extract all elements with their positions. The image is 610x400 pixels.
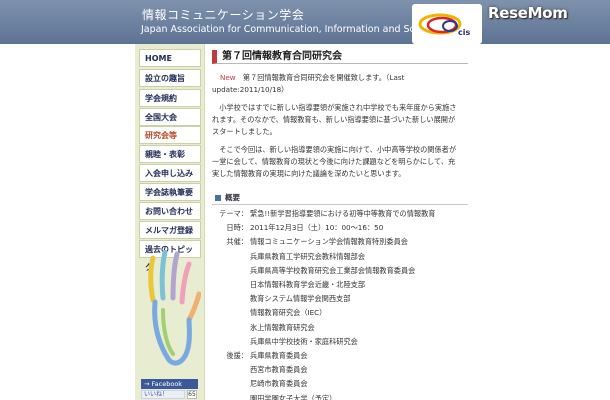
announcement-line: New 第７回情報教育合同研究会を開催致します。（Last <box>220 72 404 83</box>
detail-value: 氷上情報教育研究会 <box>250 322 315 332</box>
detail-key: 日時： <box>226 223 248 233</box>
sidebar-item-purpose[interactable]: 設立の趣旨 <box>139 69 201 87</box>
detail-key: テーマ： <box>219 209 248 218</box>
logo-rings-icon <box>418 13 462 35</box>
paragraph-line: そこで今回は、新しい指導要領の実施に向けて、小中高等学校の関係者が <box>212 145 457 154</box>
section-title: 概要 <box>225 193 240 202</box>
sidebar-item-home[interactable]: HOME <box>139 49 201 67</box>
section-heading: 概要 <box>215 192 240 203</box>
paragraph-line: 一堂に会して、情報教育の現状と今後に向けた課題などを明らかにして、充 <box>212 157 456 166</box>
new-badge: New <box>220 73 236 82</box>
sidebar-item-contact[interactable]: お問い合わせ <box>139 202 201 220</box>
page-title: 第７回情報教育合同研究会 <box>212 50 468 64</box>
detail-value: 日本情報科教育学会近畿・北陸支部 <box>250 280 366 289</box>
page-background-right <box>580 44 610 400</box>
paragraph-line: スタートしました。 <box>212 127 277 136</box>
announcement-text: 第７回情報教育合同研究会を開催致します。（Last <box>235 73 405 82</box>
facebook-like-button[interactable]: いいね！ <box>141 390 185 399</box>
detail-value: 兵庫県教育委員会 <box>250 351 308 360</box>
site-subtitle: Japan Association for Communication, Inf… <box>141 24 439 35</box>
detail-value: 兵庫県高等学校教育研究会工業部会情報教育委員会 <box>250 265 416 275</box>
page-background-left <box>0 44 120 400</box>
detail-value: 西宮市教育委員会 <box>250 365 308 375</box>
hand-illustration-icon <box>148 250 201 366</box>
sidebar-item-workshops[interactable]: 研究会等 <box>139 126 201 144</box>
detail-value: 尼崎市教育委員会 <box>250 379 308 389</box>
resemom-watermark: ReseMom <box>488 4 568 22</box>
sidebar-item-membership[interactable]: 入会申し込み <box>139 164 201 182</box>
detail-value: 情報教育研究会（IEC） <box>250 308 327 318</box>
detail-value: 兵庫県教育工学研究会教科情報部会 <box>250 251 366 261</box>
detail-value: 2011年12月3日（土）10：00〜16：50 <box>250 223 384 233</box>
logo-text: cis <box>458 28 471 37</box>
section-divider <box>212 204 468 205</box>
site-header: 情報コミュニケーション学会 Japan Association for Comm… <box>0 0 610 44</box>
site-logo[interactable]: cis <box>412 4 482 44</box>
detail-value: 情報コミュニケーション学会情報教育特別委員会 <box>250 237 408 247</box>
detail-value: 緊急!!新学習指導要領における初等中等教育での情報教育 <box>250 209 436 218</box>
paragraph-line: 小学校ではすでに新しい指導要領が実施され中学校でも来年度から実施さ <box>212 103 457 112</box>
site-title[interactable]: 情報コミュニケーション学会 <box>142 6 304 23</box>
paragraph-line: 実した情報教育の実現に向けた議論を深めたいと思います。 <box>212 169 406 178</box>
paragraph-line: れます。そのなかで、情報教育も、新しい指導要領に基づいた新しい展開が <box>212 115 456 124</box>
facebook-page-link[interactable]: → Facebook Page <box>141 379 198 398</box>
main-content: 第７回情報教育合同研究会 New 第７回情報教育合同研究会を開催致します。（La… <box>212 44 580 400</box>
facebook-like-count: 65 <box>187 390 197 399</box>
announcement-update: update:2011/10/18） <box>212 85 289 94</box>
sidebar-item-conference[interactable]: 全国大会 <box>139 108 201 126</box>
sidebar-item-awards[interactable]: 親睦・表彰 <box>139 145 201 163</box>
sidebar-item-newsletter[interactable]: メルマガ登録 <box>139 221 201 239</box>
detail-value: 園田学園女子大学（予定） <box>250 393 337 400</box>
sidebar-item-rules[interactable]: 学会規約 <box>139 89 201 107</box>
detail-key: 後援： <box>226 351 248 360</box>
detail-key: 共催： <box>226 237 248 247</box>
detail-value: 兵庫県中学校技術・家庭科研究会 <box>250 336 358 346</box>
section-bullet-icon <box>215 195 221 201</box>
detail-value: 教育システム情報学会関西支部 <box>250 294 351 304</box>
sidebar-item-guidelines[interactable]: 学会誌執筆要項 <box>139 183 201 215</box>
